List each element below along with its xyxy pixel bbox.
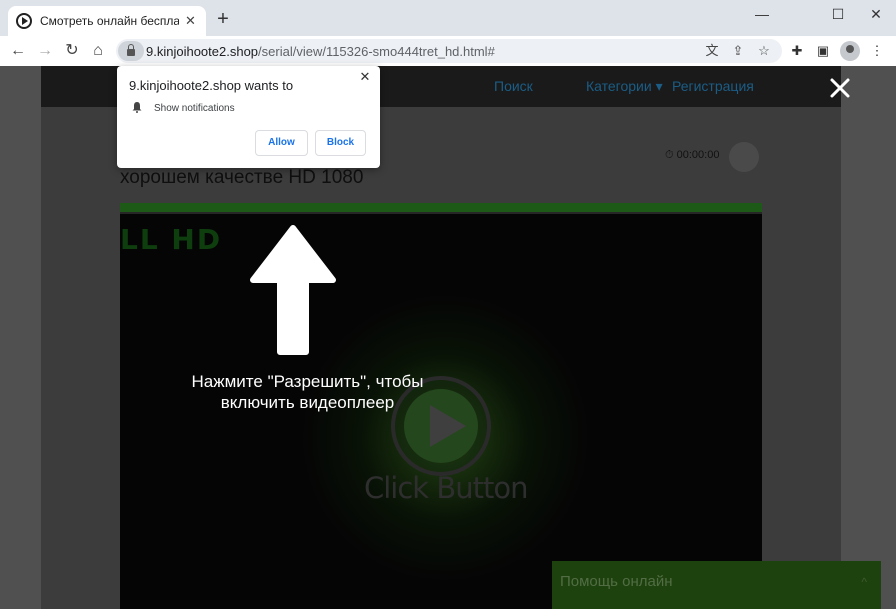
url-text: 9.kinjoihoote2.shop/serial/view/115326-s…	[146, 44, 495, 59]
side-panel-icon[interactable]: ▣	[814, 42, 832, 60]
extensions-puzzle-icon[interactable]: ✚	[788, 42, 806, 60]
bell-icon	[132, 102, 142, 113]
chevron-up-icon: ^	[861, 575, 867, 589]
maximize-button[interactable]: ☐	[820, 4, 856, 24]
block-button[interactable]: Block	[315, 130, 366, 156]
minimize-button[interactable]: —	[744, 4, 780, 24]
play-icon	[16, 13, 32, 29]
player-top-bar	[120, 203, 762, 214]
site-page: хорошем качестве HD 1080 ⏱ 00:00:00 LL H…	[41, 107, 841, 609]
bookmark-star-icon[interactable]: ☆	[756, 43, 772, 59]
help-online-bar[interactable]: Помощь онлайн ^	[552, 561, 881, 609]
timer-text: ⏱ 00:00:00	[665, 149, 720, 161]
home-icon[interactable]: ⌂	[88, 41, 108, 61]
menu-dots-icon[interactable]: ⋮	[868, 42, 886, 60]
back-arrow-icon[interactable]: ←	[8, 41, 28, 61]
new-tab-button[interactable]: +	[213, 9, 233, 30]
hd-logo-text: LL HD	[120, 223, 223, 256]
instruction-text: Нажмите "Разрешить", чтобы включить виде…	[191, 372, 424, 412]
help-online-label: Помощь онлайн	[560, 573, 673, 590]
lock-icon	[127, 44, 135, 56]
browser-toolbar: ← → ↻ ⌂ 9.kinjoihoote2.shop/serial/view/…	[0, 36, 896, 66]
translate-icon[interactable]: 文	[704, 43, 720, 59]
url-path: /serial/view/115326-smo444tret_hd.html#	[258, 43, 495, 59]
url-host: 9.kinjoihoote2.shop	[146, 43, 259, 59]
notification-permission-dialog: 9.kinjoihoote2.shop wants to ✕ Show noti…	[117, 66, 380, 168]
site-info-button[interactable]	[118, 41, 144, 61]
overlay-close-icon[interactable]	[826, 74, 854, 102]
nav-register-link[interactable]: Регистрация	[672, 78, 754, 94]
reload-icon[interactable]: ↻	[62, 41, 82, 61]
nav-categories-link[interactable]: Категории ▾	[586, 78, 663, 95]
permission-text: Show notifications	[154, 103, 235, 114]
page-title: хорошем качестве HD 1080	[120, 167, 364, 188]
browser-tab[interactable]: Смотреть онлайн бесплатно в хорошем каче…	[8, 6, 206, 36]
permission-title: 9.kinjoihoote2.shop wants to	[129, 78, 294, 93]
share-icon[interactable]: ⇪	[730, 43, 746, 59]
timer-badge	[729, 142, 759, 172]
tab-title: Смотреть онлайн бесплатно в хорошем каче…	[40, 14, 179, 28]
address-bar[interactable]: 9.kinjoihoote2.shop/serial/view/115326-s…	[116, 39, 782, 63]
window-close-button[interactable]: ✕	[858, 4, 894, 24]
tab-strip: Смотреть онлайн бесплатно в хорошем каче…	[0, 0, 896, 36]
forward-arrow-icon[interactable]: →	[35, 41, 55, 61]
up-arrow-icon	[250, 225, 336, 355]
click-button-text[interactable]: Click Button	[364, 471, 528, 505]
allow-button[interactable]: Allow	[255, 130, 308, 156]
profile-avatar-icon[interactable]	[840, 41, 860, 61]
nav-search-link[interactable]: Поиск	[494, 78, 533, 94]
tab-close-icon[interactable]: ✕	[183, 13, 198, 29]
dialog-close-icon[interactable]: ✕	[358, 70, 372, 84]
